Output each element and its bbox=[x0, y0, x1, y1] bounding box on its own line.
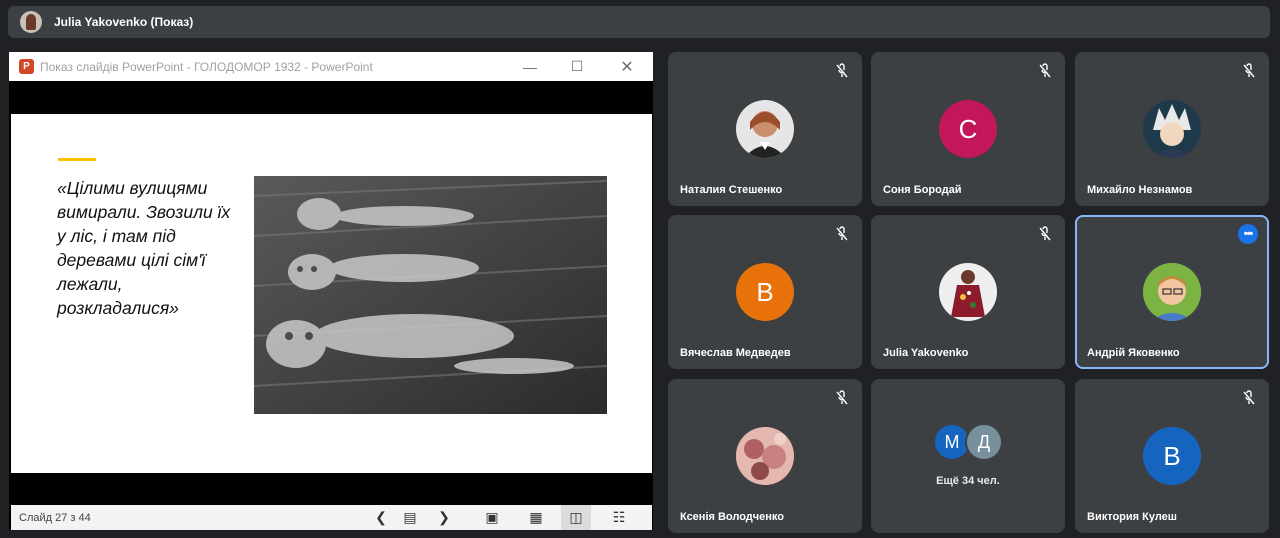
slide-counter: Слайд 27 з 44 bbox=[19, 511, 91, 524]
reading-view-icon[interactable]: ◫ bbox=[561, 505, 591, 530]
mic-off-icon bbox=[1039, 63, 1051, 78]
participant-tile[interactable]: С Соня Бородай bbox=[871, 52, 1065, 206]
maximize-icon[interactable]: ☐ bbox=[554, 52, 600, 81]
presenter-bar[interactable]: Julia Yakovenko (Показ) bbox=[8, 6, 1270, 38]
participant-avatar-letter: С bbox=[939, 100, 997, 158]
mic-off-icon bbox=[1243, 390, 1255, 405]
minimize-icon[interactable]: — bbox=[507, 52, 553, 81]
slide-historical-photo bbox=[254, 176, 607, 414]
close-icon[interactable]: ✕ bbox=[604, 52, 650, 81]
participant-tile[interactable]: Ксенія Володченко bbox=[668, 379, 862, 533]
others-avatars: М Д bbox=[933, 423, 1003, 461]
normal-view-icon[interactable]: ▣ bbox=[477, 505, 507, 530]
presenter-avatar bbox=[20, 11, 42, 33]
participant-tile[interactable]: В Вячеслав Медведев bbox=[668, 215, 862, 369]
participant-name: Ксенія Володченко bbox=[680, 511, 784, 523]
participant-tile[interactable]: Наталия Стешенко bbox=[668, 52, 862, 206]
participant-name: Наталия Стешенко bbox=[680, 184, 783, 196]
participant-avatar-photo bbox=[939, 263, 997, 321]
participant-name: Андрій Яковенко bbox=[1087, 347, 1180, 359]
slide-sorter-icon[interactable]: ▦ bbox=[521, 505, 551, 530]
ppt-titlebar: P Показ слайдів PowerPoint - ГОЛОДОМОР 1… bbox=[9, 52, 653, 81]
participant-avatar-photo bbox=[736, 100, 794, 158]
mic-off-icon bbox=[1039, 226, 1051, 241]
participant-tile-active[interactable]: ••• Андрій Яковенко bbox=[1075, 215, 1269, 369]
prev-slide-icon[interactable]: ❮ bbox=[366, 505, 396, 530]
participant-avatar-photo bbox=[736, 427, 794, 485]
notes-icon[interactable]: ▤ bbox=[395, 505, 425, 530]
slide-quote: «Цілими вулицями вимирали. Звозили їх у … bbox=[57, 178, 231, 318]
participant-avatar-letter: В bbox=[1143, 427, 1201, 485]
participant-name: Julia Yakovenko bbox=[883, 347, 969, 359]
slideshow-icon[interactable]: ☷ bbox=[604, 505, 634, 530]
mic-off-icon bbox=[836, 63, 848, 78]
ppt-window-title: Показ слайдів PowerPoint - ГОЛОДОМОР 193… bbox=[40, 59, 373, 74]
more-options-icon[interactable]: ••• bbox=[1238, 224, 1258, 244]
presentation-window: P Показ слайдів PowerPoint - ГОЛОДОМОР 1… bbox=[9, 52, 653, 530]
participant-name: Вячеслав Медведев bbox=[680, 347, 791, 359]
participant-name: Виктория Кулеш bbox=[1087, 511, 1177, 523]
mic-off-icon bbox=[836, 226, 848, 241]
slide: «Цілими вулицями вимирали. Звозили їх у … bbox=[11, 114, 652, 473]
participant-avatar-photo bbox=[1143, 263, 1201, 321]
ppt-statusbar: Слайд 27 з 44 ❮ ▤ ❯ ▣ ▦ ◫ ☷ bbox=[11, 505, 652, 530]
participant-avatar-letter: В bbox=[736, 263, 794, 321]
participant-name: Соня Бородай bbox=[883, 184, 962, 196]
participant-tile[interactable]: В Виктория Кулеш bbox=[1075, 379, 1269, 533]
slide-accent-line bbox=[58, 158, 96, 161]
others-avatar-letter: Д bbox=[965, 423, 1003, 461]
powerpoint-icon: P bbox=[19, 59, 34, 74]
participant-avatar-photo bbox=[1143, 100, 1201, 158]
participant-name: Михайло Незнамов bbox=[1087, 184, 1193, 196]
mic-off-icon bbox=[1243, 63, 1255, 78]
mic-off-icon bbox=[836, 390, 848, 405]
participant-tile[interactable]: Julia Yakovenko bbox=[871, 215, 1065, 369]
others-tile[interactable]: М Д Ещё 34 чел. bbox=[871, 379, 1065, 533]
others-count: Ещё 34 чел. bbox=[936, 475, 1000, 487]
presenter-label: Julia Yakovenko (Показ) bbox=[54, 15, 194, 29]
next-slide-icon[interactable]: ❯ bbox=[429, 505, 459, 530]
participant-tile[interactable]: Михайло Незнамов bbox=[1075, 52, 1269, 206]
